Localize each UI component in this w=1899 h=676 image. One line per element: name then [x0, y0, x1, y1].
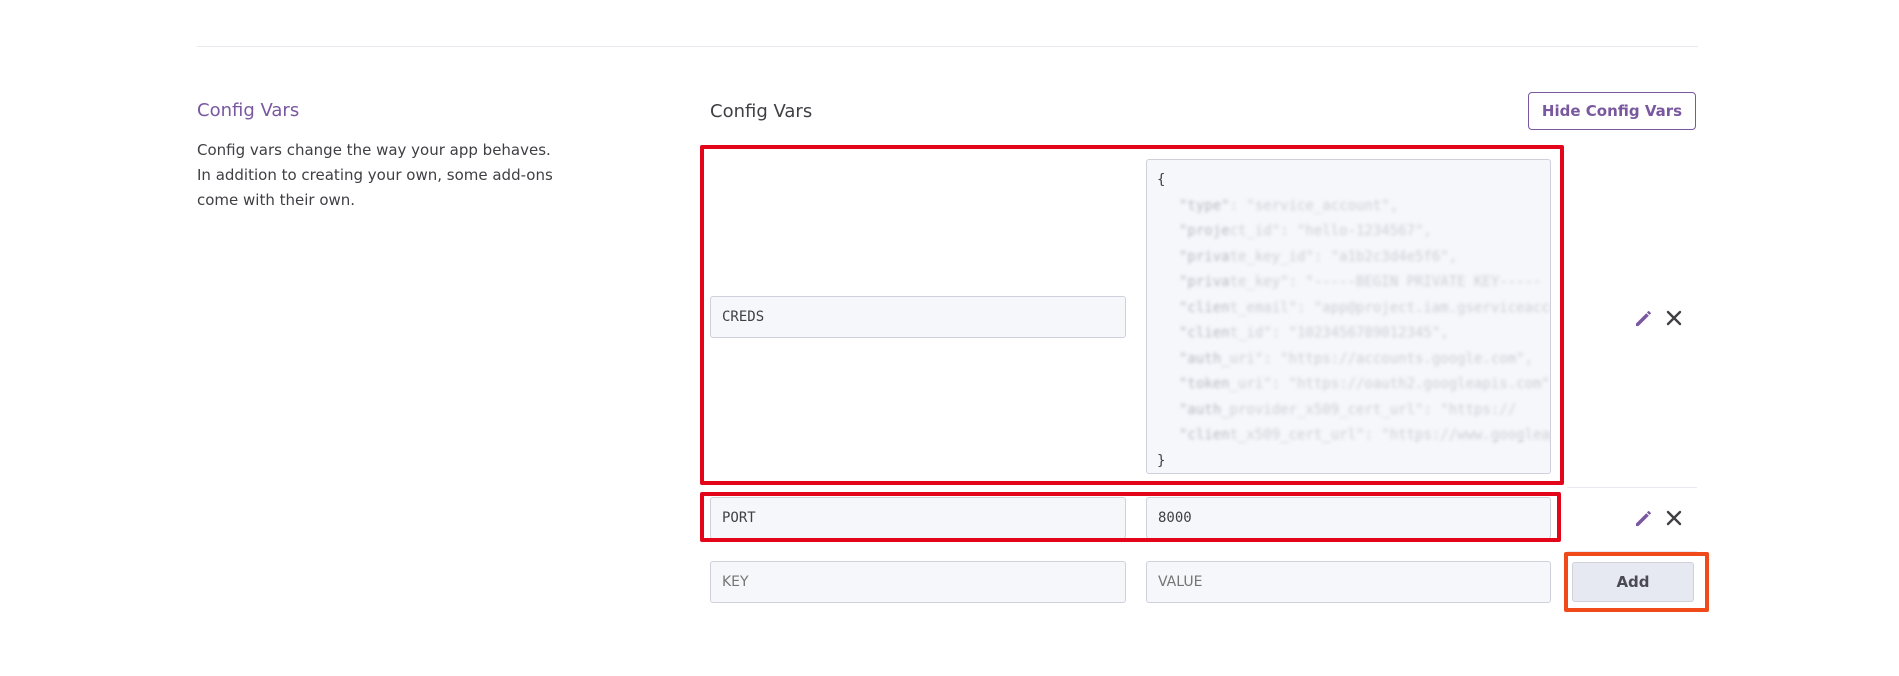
- redaction-blur: [1230, 190, 1550, 440]
- config-var-value-input[interactable]: 8000: [1146, 497, 1551, 539]
- add-button[interactable]: Add: [1572, 562, 1694, 602]
- close-icon[interactable]: [1663, 507, 1685, 529]
- section-description: Config vars change the way your app beha…: [197, 141, 553, 209]
- config-var-key-input[interactable]: CREDS: [710, 296, 1126, 338]
- close-icon[interactable]: [1663, 307, 1685, 329]
- new-key-input[interactable]: [710, 561, 1126, 603]
- new-value-input[interactable]: [1146, 561, 1551, 603]
- pencil-icon[interactable]: [1633, 307, 1655, 329]
- section-title: Config Vars: [197, 100, 300, 121]
- row-separator: [1567, 551, 1697, 552]
- pencil-icon[interactable]: [1633, 507, 1655, 529]
- hide-config-vars-button[interactable]: Hide Config Vars: [1528, 92, 1696, 130]
- section-divider: [197, 46, 1698, 47]
- config-var-key-input[interactable]: PORT: [710, 497, 1126, 539]
- row-separator: [1567, 487, 1697, 488]
- config-vars-heading: Config Vars: [710, 101, 813, 122]
- json-close-brace: }: [1157, 452, 1166, 469]
